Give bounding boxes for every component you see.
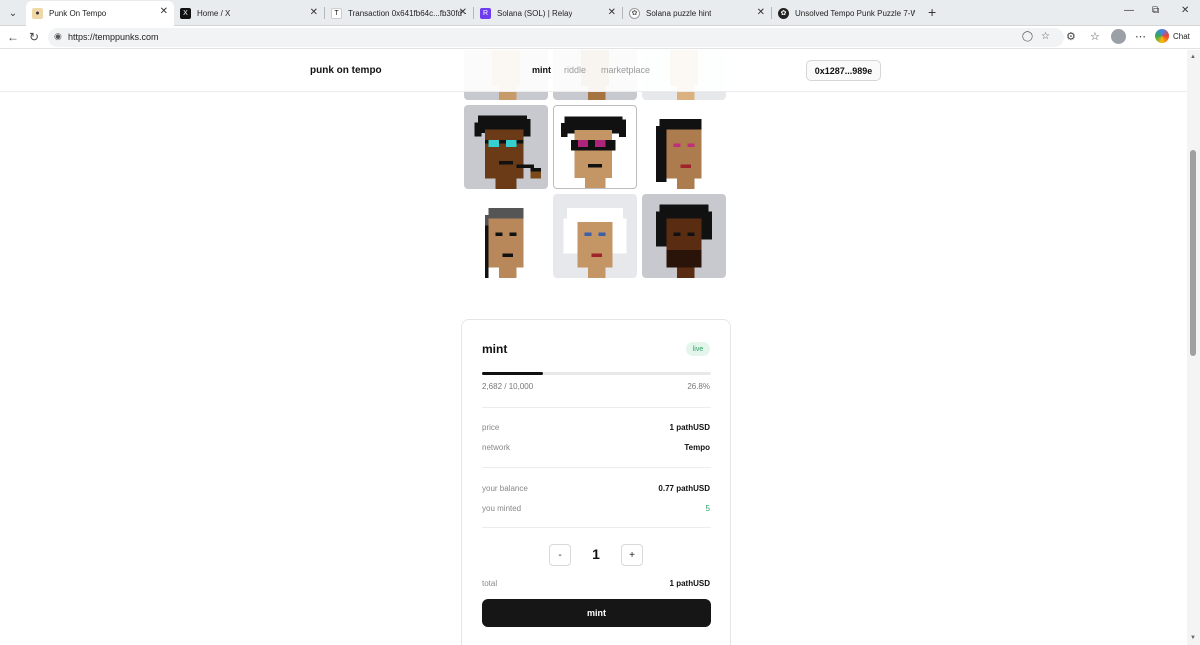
tab-title: Home / X — [197, 8, 231, 18]
tab-title: Solana (SOL) | Relay — [497, 8, 573, 18]
nav-link-riddle[interactable]: riddle — [564, 65, 586, 75]
copilot-chat-button[interactable]: Chat — [1155, 29, 1190, 43]
tab-title: Transaction 0x641fb64c...fb30fd · T — [348, 8, 466, 18]
back-arrow-icon[interactable]: ← — [7, 30, 19, 44]
tab-title: Unsolved Tempo Punk Puzzle 7-W — [795, 8, 915, 18]
you-minted-label: you minted — [482, 504, 522, 513]
relay-icon: R — [480, 7, 491, 19]
tab-home-x[interactable]: X Home / X ✕ — [174, 2, 324, 24]
punk-tile[interactable] — [464, 194, 548, 278]
punk-image — [656, 204, 712, 278]
site-brand[interactable]: punk on tempo — [310, 65, 382, 76]
minimize-icon[interactable]: — — [1124, 5, 1134, 16]
nav-link-marketplace[interactable]: marketplace — [601, 65, 650, 75]
network-value: Tempo — [684, 443, 710, 452]
chat-label: Chat — [1173, 31, 1190, 41]
address-bar-actions: ◯☆ — [1022, 31, 1058, 42]
you-minted-value: 5 — [705, 504, 710, 513]
punk-image — [474, 115, 541, 189]
browser-tab-strip: ⌄ ● Punk On Tempo ✕ X Home / X ✕ T Trans… — [0, 0, 1200, 26]
tab-punk-on-tempo[interactable]: ● Punk On Tempo ✕ — [26, 1, 174, 26]
browser-toolbar: ← ↻ ◉ https://temppunks.com ◯☆ ⚙ ☆ ⋯ Cha… — [0, 26, 1200, 49]
restore-icon[interactable]: ⧉ — [1152, 5, 1159, 16]
favorite-star-icon[interactable]: ☆ — [1041, 31, 1058, 42]
minted-percent: 26.8% — [687, 382, 710, 391]
scrollbar-thumb[interactable] — [1190, 150, 1196, 356]
mint-card: mint live 2,682 / 10,000 26.8% price 1 p… — [461, 319, 731, 645]
quantity-value: 1 — [592, 546, 600, 562]
close-tab-icon[interactable]: ✕ — [310, 7, 318, 19]
tab-list-chevron-icon[interactable]: ⌄ — [4, 4, 22, 22]
balance-value: 0.77 pathUSD — [658, 484, 710, 493]
minted-supply: 2,682 / 10,000 — [482, 382, 534, 391]
mint-button[interactable]: mint — [482, 599, 711, 627]
site-info-icon[interactable]: ◉ — [54, 31, 62, 42]
punk-tile[interactable] — [642, 194, 726, 278]
divider — [482, 467, 711, 468]
punk-image — [560, 116, 626, 188]
scroll-down-arrow-icon[interactable]: ▼ — [1190, 635, 1196, 641]
nav-link-mint[interactable]: mint — [532, 65, 551, 75]
punk-image — [563, 208, 627, 278]
punk-tile-selected[interactable] — [553, 105, 637, 189]
page-scrollbar[interactable]: ▲ ▼ — [1187, 50, 1200, 645]
divider — [482, 407, 711, 408]
price-value: 1 pathUSD — [669, 423, 710, 432]
close-window-icon[interactable]: ✕ — [1181, 5, 1189, 16]
total-value: 1 pathUSD — [669, 579, 710, 588]
mint-progress-fill — [482, 372, 544, 375]
status-badge: live — [686, 342, 710, 356]
price-label: price — [482, 423, 500, 432]
favorites-icon[interactable]: ☆ — [1090, 30, 1100, 43]
wallet-address-button[interactable]: 0x1287...989e — [806, 60, 881, 81]
tab-title: Punk On Tempo — [49, 9, 107, 18]
punk-image — [656, 119, 702, 189]
mint-progress-bar — [482, 372, 711, 375]
site-header: punk on tempo mint riddle marketplace 0x… — [0, 50, 1187, 92]
punk-image — [485, 208, 524, 278]
x-icon: X — [180, 7, 191, 19]
punk-favicon-icon: ● — [32, 8, 43, 19]
reload-icon[interactable]: ↻ — [29, 30, 39, 44]
punk-tile-pipe-glasses[interactable] — [464, 105, 548, 189]
tab-solana-relay[interactable]: R Solana (SOL) | Relay ✕ — [474, 2, 622, 24]
tab-unsolved-puzzle[interactable]: ✿ Unsolved Tempo Punk Puzzle 7-W — [772, 2, 922, 24]
punk-tile[interactable] — [553, 194, 637, 278]
url-text[interactable]: https://temppunks.com — [68, 32, 159, 42]
tab-solana-puzzle-hint[interactable]: ✿ Solana puzzle hint ✕ — [623, 2, 771, 24]
tab-transaction[interactable]: T Transaction 0x641fb64c...fb30fd · T ✕ — [325, 2, 473, 24]
increment-button[interactable]: + — [621, 544, 643, 566]
mint-card-title: mint — [482, 342, 508, 356]
close-tab-icon[interactable]: ✕ — [459, 7, 467, 19]
scroll-up-arrow-icon[interactable]: ▲ — [1190, 54, 1196, 60]
tempo-icon: T — [331, 7, 342, 19]
close-tab-icon[interactable]: ✕ — [160, 6, 168, 18]
total-label: total — [482, 579, 498, 588]
decrement-button[interactable]: - — [549, 544, 571, 566]
divider — [482, 527, 711, 528]
tab-title: Solana puzzle hint — [646, 8, 712, 18]
copilot-icon — [1155, 29, 1169, 43]
punk-tile[interactable] — [642, 105, 726, 189]
new-tab-plus-icon[interactable]: + — [928, 4, 936, 20]
profile-avatar[interactable] — [1111, 29, 1126, 44]
close-tab-icon[interactable]: ✕ — [757, 7, 765, 19]
chatgpt-icon: ✿ — [778, 7, 789, 19]
close-tab-icon[interactable]: ✕ — [608, 7, 616, 19]
chatgpt-icon: ✿ — [629, 7, 640, 19]
address-bar[interactable]: ◉ https://temppunks.com ◯☆ — [48, 28, 1064, 47]
page-viewport: mint live 2,682 / 10,000 26.8% price 1 p… — [0, 50, 1187, 645]
balance-label: your balance — [482, 484, 528, 493]
network-label: network — [482, 443, 511, 452]
extensions-puzzle-icon[interactable]: ⚙ — [1066, 30, 1076, 43]
more-menu-icon[interactable]: ⋯ — [1135, 30, 1146, 43]
reader-icon[interactable]: ◯ — [1022, 31, 1041, 42]
